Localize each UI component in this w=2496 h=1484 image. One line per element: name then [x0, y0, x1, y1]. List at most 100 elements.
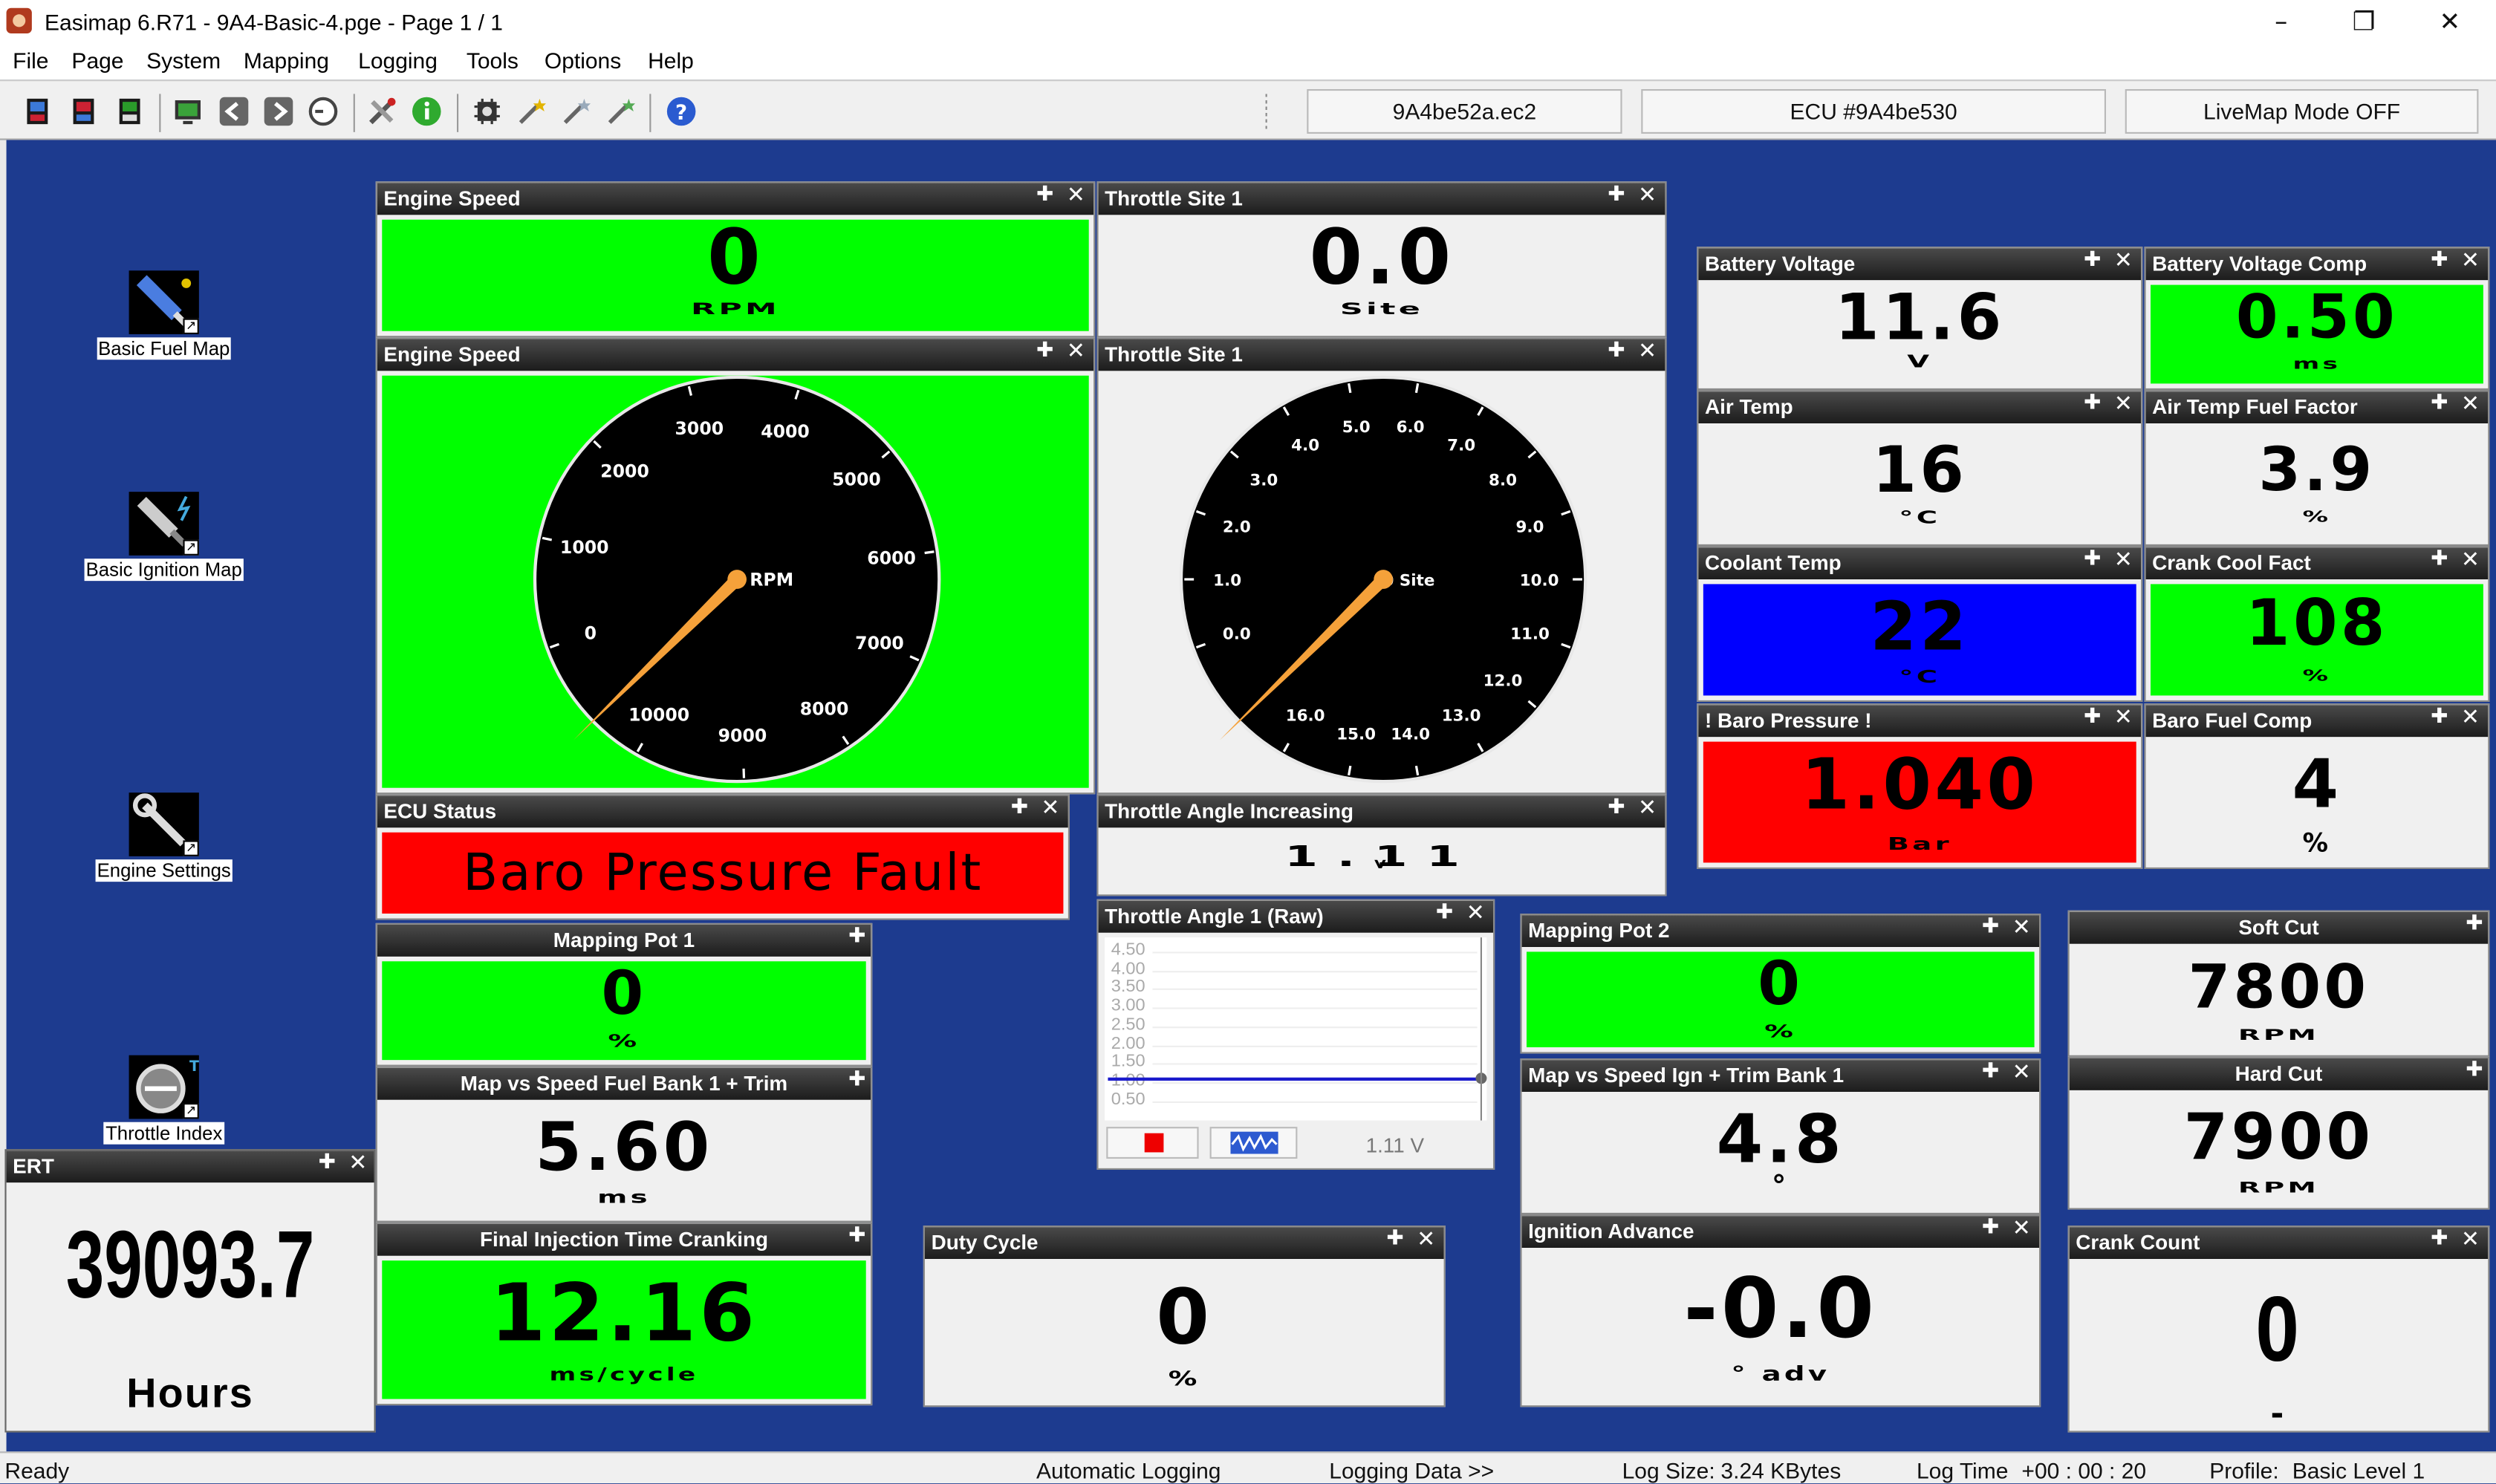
- wand-icon[interactable]: [516, 96, 547, 128]
- menu-page[interactable]: Page: [71, 48, 123, 73]
- close-icon[interactable]: ✕: [2461, 705, 2480, 730]
- close-icon[interactable]: ✕: [2461, 547, 2480, 573]
- close-window-button[interactable]: ✕: [2414, 0, 2487, 45]
- menu-logging[interactable]: Logging: [358, 48, 438, 73]
- menu-mapping[interactable]: Mapping: [244, 48, 329, 73]
- coolant-temp-panel[interactable]: Coolant Temp ✚ ✕ 22 °C: [1697, 546, 2143, 702]
- menu-tools[interactable]: Tools: [467, 48, 519, 73]
- close-icon[interactable]: ✕: [1638, 183, 1657, 208]
- soft-cut-panel[interactable]: Soft Cut ✚ 7800 RPM: [2067, 910, 2490, 1057]
- baro-pressure-panel[interactable]: ! Baro Pressure ! ✚ ✕ 1.040 Bar: [1697, 703, 2143, 869]
- livemap-mode-box[interactable]: LiveMap Mode OFF: [2125, 89, 2479, 134]
- engine-speed-panel[interactable]: Engine Speed ✚ ✕ 0 RPM: [375, 181, 1096, 338]
- pin-icon[interactable]: ✚: [2084, 391, 2101, 415]
- battery-voltage-comp-panel[interactable]: Battery Voltage Comp ✚ ✕ 0.50 ms: [2144, 247, 2490, 390]
- close-icon[interactable]: ✕: [2114, 705, 2133, 730]
- back-icon[interactable]: [218, 96, 250, 128]
- menu-options[interactable]: Options: [545, 48, 621, 73]
- pin-icon[interactable]: ✚: [1011, 795, 1028, 819]
- pin-icon[interactable]: ✚: [2084, 705, 2101, 729]
- help-icon[interactable]: ?: [666, 96, 698, 128]
- engine-speed-gauge-panel[interactable]: Engine Speed ✚ ✕ 0 1000 2000 3000 4000 5000 60…: [375, 337, 1096, 795]
- ignition-advance-panel[interactable]: Ignition Advance ✚ ✕ -0.0 ° adv: [1520, 1214, 2041, 1407]
- pin-icon[interactable]: ✚: [2084, 248, 2101, 272]
- pin-icon[interactable]: ✚: [1982, 915, 1999, 939]
- menu-file[interactable]: File: [13, 48, 48, 73]
- clock-icon[interactable]: [308, 96, 339, 128]
- pin-icon[interactable]: ✚: [848, 1224, 865, 1248]
- pin-icon[interactable]: ✚: [319, 1151, 336, 1174]
- load-icon[interactable]: [22, 96, 54, 128]
- map-fuel-panel[interactable]: Map vs Speed Fuel Bank 1 + Trim ✚ 5.60 m…: [375, 1066, 873, 1223]
- monitor-icon[interactable]: [172, 96, 204, 128]
- hard-cut-panel[interactable]: Hard Cut ✚ 7900 RPM: [2067, 1056, 2490, 1210]
- pin-icon[interactable]: ✚: [1036, 339, 1053, 362]
- chip-icon[interactable]: [471, 96, 503, 128]
- close-icon[interactable]: ✕: [2012, 1216, 2031, 1241]
- close-icon[interactable]: ✕: [2012, 915, 2031, 940]
- throttle-site-panel[interactable]: Throttle Site 1 ✚ ✕ 0.0 Site: [1096, 181, 1667, 338]
- info-icon[interactable]: [411, 96, 443, 128]
- close-icon[interactable]: ✕: [2461, 391, 2480, 417]
- close-icon[interactable]: ✕: [2461, 1227, 2480, 1252]
- desktop-icon-basic-ignition-map[interactable]: ↗ Basic Ignition Map: [81, 492, 247, 584]
- baro-fuel-panel[interactable]: Baro Fuel Comp ✚ ✕ 4 %: [2144, 703, 2490, 869]
- pin-icon[interactable]: ✚: [1608, 183, 1625, 206]
- pin-icon[interactable]: ✚: [1436, 901, 1453, 925]
- throttle-angle-increasing-panel[interactable]: Throttle Angle Increasing ✚ ✕ 1.11 ˅: [1096, 794, 1667, 896]
- crank-count-panel[interactable]: Crank Count ✚ ✕ 0 -: [2067, 1226, 2490, 1433]
- close-icon[interactable]: ✕: [2461, 248, 2480, 273]
- close-icon[interactable]: ✕: [1466, 901, 1485, 926]
- map-ign-panel[interactable]: Map vs Speed Ign + Trim Bank 1 ✚ ✕ 4.8 °: [1520, 1058, 2041, 1214]
- pin-icon[interactable]: ✚: [1608, 339, 1625, 362]
- close-icon[interactable]: ✕: [1417, 1227, 1435, 1252]
- tools-icon[interactable]: [366, 96, 398, 128]
- close-icon[interactable]: ✕: [2114, 391, 2133, 417]
- pin-icon[interactable]: ✚: [1386, 1227, 1403, 1251]
- final-injection-panel[interactable]: Final Injection Time Cranking ✚ 12.16 ms…: [375, 1222, 873, 1406]
- close-icon[interactable]: ✕: [1638, 795, 1657, 821]
- close-icon[interactable]: ✕: [2114, 547, 2133, 573]
- crank-cool-panel[interactable]: Crank Cool Fact ✚ ✕ 108 %: [2144, 546, 2490, 702]
- pin-icon[interactable]: ✚: [2431, 547, 2448, 571]
- menu-help[interactable]: Help: [648, 48, 694, 73]
- battery-voltage-panel[interactable]: Battery Voltage ✚ ✕ 11.6 V: [1697, 247, 2143, 390]
- pin-icon[interactable]: ✚: [848, 1068, 865, 1092]
- close-icon[interactable]: ✕: [1067, 339, 1085, 364]
- pin-icon[interactable]: ✚: [1982, 1216, 1999, 1240]
- restore-button[interactable]: ❐: [2327, 0, 2401, 45]
- close-icon[interactable]: ✕: [1041, 795, 1059, 821]
- pin-icon[interactable]: ✚: [2431, 391, 2448, 415]
- record-button[interactable]: [1106, 1127, 1199, 1159]
- pin-icon[interactable]: ✚: [2084, 547, 2101, 571]
- wand-2-icon[interactable]: [560, 96, 592, 128]
- air-temp-factor-panel[interactable]: Air Temp Fuel Factor ✚ ✕ 3.9 %: [2144, 390, 2490, 546]
- pin-icon[interactable]: ✚: [1036, 183, 1053, 206]
- menu-system[interactable]: System: [146, 48, 221, 73]
- pin-icon[interactable]: ✚: [1608, 795, 1625, 819]
- close-icon[interactable]: ✕: [2114, 248, 2133, 273]
- status-logging-data[interactable]: Logging Data >>: [1329, 1458, 1494, 1483]
- duty-cycle-panel[interactable]: Duty Cycle ✚ ✕ 0 %: [923, 1226, 1446, 1407]
- mapping-pot-2-panel[interactable]: Mapping Pot 2 ✚ ✕ 0 %: [1520, 914, 2041, 1054]
- mapping-pot-1-panel[interactable]: Mapping Pot 1 ✚ 0 %: [375, 922, 873, 1067]
- pin-icon[interactable]: ✚: [2466, 1058, 2483, 1082]
- save-all-icon[interactable]: [114, 96, 146, 128]
- pin-icon[interactable]: ✚: [848, 925, 865, 948]
- pin-icon[interactable]: ✚: [2431, 705, 2448, 729]
- minimize-button[interactable]: –: [2244, 0, 2318, 45]
- air-temp-panel[interactable]: Air Temp ✚ ✕ 16 °C: [1697, 390, 2143, 546]
- close-icon[interactable]: ✕: [1067, 183, 1085, 208]
- forward-icon[interactable]: [263, 96, 295, 128]
- pin-icon[interactable]: ✚: [2431, 1227, 2448, 1251]
- desktop-icon-engine-settings[interactable]: ↗ Engine Settings: [81, 793, 247, 885]
- close-icon[interactable]: ✕: [1638, 339, 1657, 364]
- save-icon[interactable]: [68, 96, 100, 128]
- throttle-site-gauge-panel[interactable]: Throttle Site 1 ✚ ✕ 0.0 1.0 2.0 3.0 4.0 5.0 6.…: [1096, 337, 1667, 795]
- throttle-angle-raw-panel[interactable]: Throttle Angle 1 (Raw) ✚ ✕ 4.50 4.00 3.50 3…: [1096, 899, 1495, 1170]
- ecu-status-panel[interactable]: ECU Status ✚ ✕ Baro Pressure Fault: [375, 794, 1070, 920]
- ert-panel[interactable]: ERT ✚ ✕ 39093.7 Hours: [4, 1149, 376, 1433]
- status-auto-logging[interactable]: Automatic Logging: [1036, 1458, 1221, 1483]
- pin-icon[interactable]: ✚: [2431, 248, 2448, 272]
- desktop-icon-basic-fuel-map[interactable]: ↗ Basic Fuel Map: [81, 270, 247, 362]
